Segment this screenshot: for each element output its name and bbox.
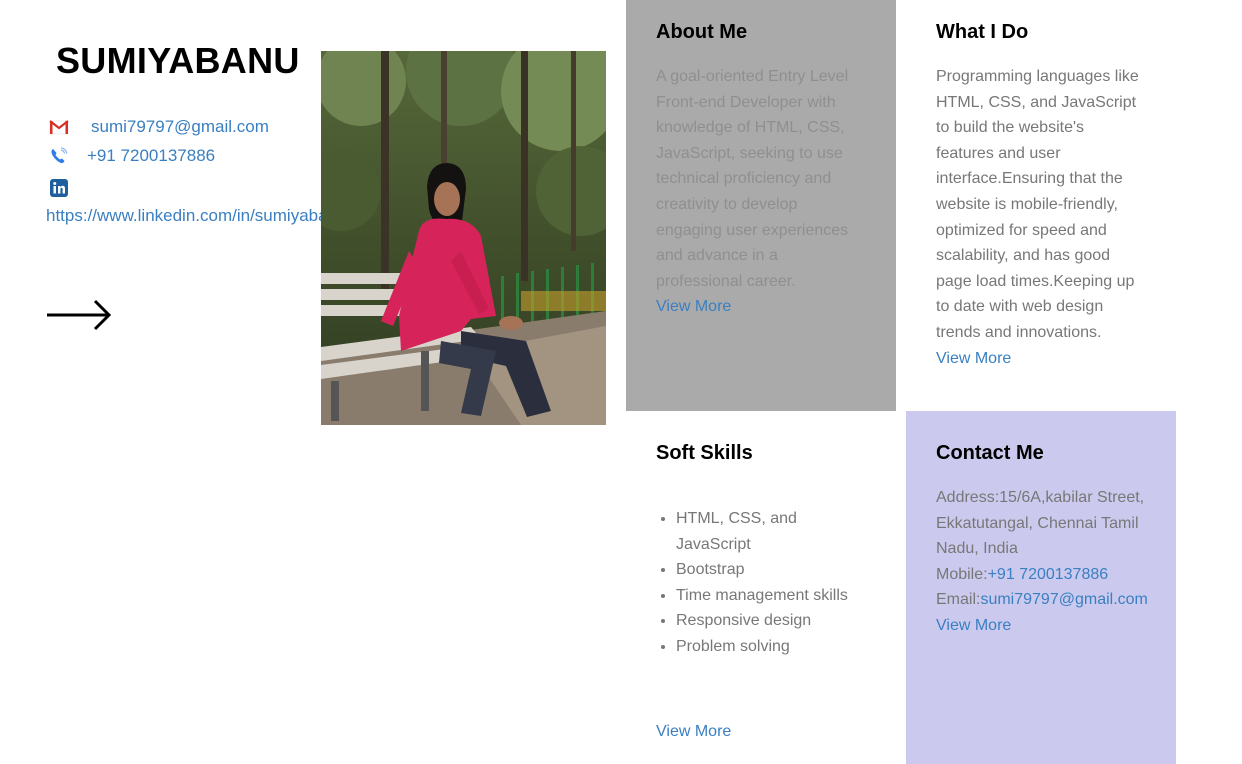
contact-phone-label: Mobile: bbox=[936, 565, 988, 583]
phone-link[interactable]: +91 7200137886 bbox=[87, 146, 215, 166]
list-item: Bootstrap bbox=[676, 557, 866, 583]
phone-icon bbox=[46, 146, 72, 166]
linkedin-icon bbox=[46, 178, 72, 198]
what-title: What I Do bbox=[936, 21, 1029, 43]
contact-email-link[interactable]: sumi79797@gmail.com bbox=[980, 591, 1147, 608]
about-view-more-link[interactable]: View More bbox=[656, 294, 866, 320]
list-item: Responsive design bbox=[676, 608, 866, 634]
what-text: Programming languages like HTML, CSS, an… bbox=[936, 68, 1139, 341]
skills-view-more-link[interactable]: View More bbox=[656, 719, 731, 745]
email-link[interactable]: sumi79797@gmail.com bbox=[91, 117, 269, 137]
list-item: HTML, CSS, and JavaScript bbox=[676, 506, 866, 557]
skills-card: Soft Skills HTML, CSS, and JavaScript Bo… bbox=[626, 421, 896, 764]
phone-row: +91 7200137886 bbox=[46, 146, 215, 166]
contact-email-label: Email: bbox=[936, 591, 981, 609]
arrow-right-icon[interactable] bbox=[46, 298, 112, 332]
profile-photo bbox=[321, 51, 606, 425]
contact-details: Address:15/6A,kabilar Street, Ekkatutang… bbox=[936, 485, 1148, 613]
list-item: Time management skills bbox=[676, 583, 866, 609]
linkedin-row: https://www.linkedin.com/in/sumiyabanu bbox=[46, 174, 346, 230]
contact-phone-link[interactable]: +91 7200137886 bbox=[988, 566, 1109, 583]
skills-title: Soft Skills bbox=[656, 442, 753, 464]
contact-title: Contact Me bbox=[936, 442, 1044, 464]
skills-list: HTML, CSS, and JavaScript Bootstrap Time… bbox=[656, 506, 866, 660]
linkedin-link[interactable]: https://www.linkedin.com/in/sumiyabanu bbox=[46, 206, 346, 225]
gmail-icon bbox=[46, 117, 72, 137]
about-title: About Me bbox=[656, 21, 748, 43]
list-item: Problem solving bbox=[676, 634, 866, 660]
about-text: A goal-oriented Entry Level Front-end De… bbox=[656, 68, 849, 290]
contact-address: Address:15/6A,kabilar Street, Ekkatutang… bbox=[936, 489, 1145, 558]
what-card: What I Do Programming languages like HTM… bbox=[906, 0, 1176, 411]
email-row: sumi79797@gmail.com bbox=[46, 117, 269, 137]
contact-card: Contact Me Address:15/6A,kabilar Street,… bbox=[906, 411, 1176, 764]
what-view-more-link[interactable]: View More bbox=[936, 346, 1146, 372]
contact-view-more-link[interactable]: View More bbox=[936, 613, 1146, 639]
about-card: About Me A goal-oriented Entry Level Fro… bbox=[626, 0, 896, 411]
profile-name: SUMIYABANU bbox=[56, 40, 300, 81]
